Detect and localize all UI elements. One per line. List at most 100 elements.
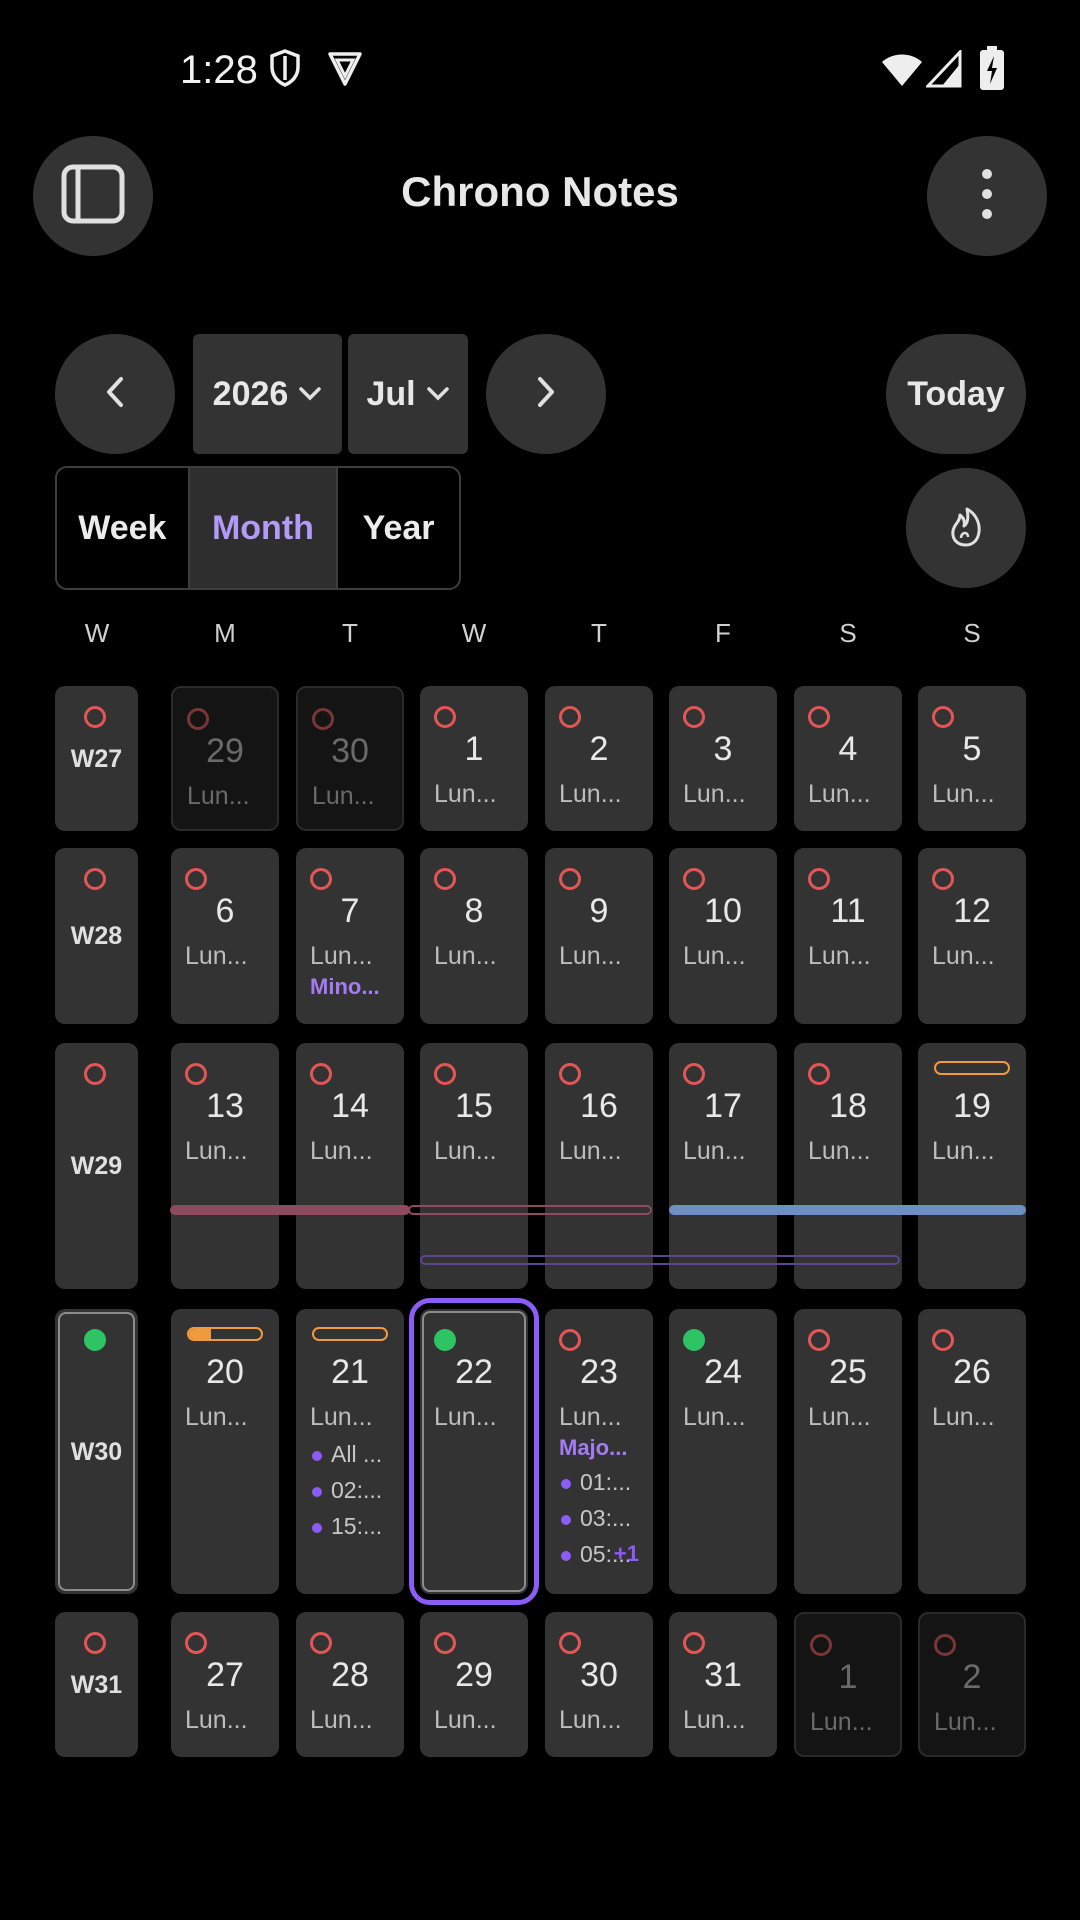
day-cell[interactable]: 24 Lun... [669,1309,777,1594]
view-year-button[interactable]: Year [338,468,459,588]
lunar-date: Lun... [312,782,375,810]
day-cell[interactable]: 25 Lun... [794,1309,902,1594]
day-cell[interactable]: 28 Lun... [296,1612,404,1757]
week-number-cell[interactable]: W30 [55,1309,138,1594]
day-cell[interactable]: 19 Lun... [918,1043,1026,1289]
week-incomplete-indicator [84,1063,106,1085]
day-cell[interactable]: 3 Lun... [669,686,777,831]
chevron-down-icon [426,387,449,401]
event-item[interactable]: 02:... [312,1477,400,1504]
day-number: 6 [215,892,235,930]
day-cell[interactable]: 7 Lun... Mino... [296,848,404,1024]
lunar-date: Lun... [683,1403,746,1431]
incomplete-indicator [932,706,954,728]
day-cell[interactable]: 8 Lun... [420,848,528,1024]
weekday-label: S [839,618,857,648]
day-cell[interactable]: 2 Lun... [545,686,653,831]
event-span-bar[interactable] [669,1205,1026,1215]
day-number: 28 [331,1656,369,1694]
lunar-date: Lun... [434,1137,497,1165]
lunar-date: Lun... [187,782,250,810]
event-span-bar[interactable] [408,1205,652,1215]
progress-pill [312,1327,388,1341]
year-dropdown[interactable]: 2026 [193,334,342,454]
day-cell[interactable]: 5 Lun... [918,686,1026,831]
day-number: 16 [580,1087,618,1125]
more-options-button[interactable] [927,136,1047,256]
incomplete-indicator [808,1329,830,1351]
day-cell[interactable]: 27 Lun... [171,1612,279,1757]
incomplete-indicator [683,868,705,890]
previous-month-button[interactable] [55,334,175,454]
day-cell[interactable]: 11 Lun... [794,848,902,1024]
lunar-date: Lun... [559,780,622,808]
day-cell[interactable]: 6 Lun... [171,848,279,1024]
day-cell[interactable]: 17 Lun... [669,1043,777,1289]
week-number-cell[interactable]: W28 [55,848,138,1024]
day-number: 25 [829,1353,867,1391]
day-cell[interactable]: 1 Lun... [794,1612,902,1757]
day-cell-selected[interactable]: 22 Lun... [409,1298,539,1605]
day-number: 2 [589,730,609,768]
weekday-label-week: W [84,618,110,648]
day-cell[interactable]: 16 Lun... [545,1043,653,1289]
event-span-bar[interactable] [170,1205,410,1215]
week-number-cell[interactable]: W27 [55,686,138,831]
day-cell[interactable]: 2 Lun... [918,1612,1026,1757]
day-cell[interactable]: 1 Lun... [420,686,528,831]
day-number: 30 [331,732,369,770]
more-events-count[interactable]: +1 [614,1541,639,1567]
day-cell[interactable]: 15 Lun... [420,1043,528,1289]
view-week-button[interactable]: Week [57,468,190,588]
day-cell[interactable]: 26 Lun... [918,1309,1026,1594]
day-cell[interactable]: 20 Lun... [171,1309,279,1594]
event-item[interactable]: 15:... [312,1513,400,1540]
day-cell[interactable]: 18 Lun... [794,1043,902,1289]
day-cell[interactable]: 31 Lun... [669,1612,777,1757]
week-complete-indicator [84,1329,106,1351]
day-cell[interactable]: 4 Lun... [794,686,902,831]
day-number: 12 [953,892,991,930]
month-dropdown[interactable]: Jul [348,334,468,454]
day-cell[interactable]: 30 Lun... [545,1612,653,1757]
day-number: 18 [829,1087,867,1125]
day-number: 11 [830,892,866,930]
day-number: 7 [340,892,360,930]
day-cell[interactable]: 29 Lun... [171,686,279,831]
lunar-date: Lun... [185,1706,248,1734]
day-cell[interactable]: 29 Lun... [420,1612,528,1757]
day-cell[interactable]: 21 Lun... All ... 02:... 15:... [296,1309,404,1594]
lunar-date: Lun... [434,942,497,970]
event-item[interactable]: All ... [312,1441,400,1468]
more-vertical-icon [981,168,993,225]
lunar-date: Lun... [683,942,746,970]
next-month-button[interactable] [486,334,606,454]
lunar-date: Lun... [559,1706,622,1734]
chevron-left-icon [105,376,125,413]
day-cell[interactable]: 23 Lun... Majo... 01:... 03:... 05:... +1 [545,1309,653,1594]
day-cell[interactable]: 9 Lun... [545,848,653,1024]
week-incomplete-indicator [84,706,106,728]
lunar-date: Lun... [932,1137,995,1165]
event-span-bar[interactable] [420,1255,900,1265]
app-title: Chrono Notes [401,168,679,215]
day-cell[interactable]: 30 Lun... [296,686,404,831]
view-month-button[interactable]: Month [189,468,339,588]
lunar-date: Lun... [310,1706,373,1734]
holiday-tag: Majo... [559,1435,628,1460]
chevron-right-icon [536,376,556,413]
event-item[interactable]: 03:... [561,1505,649,1532]
day-number: 13 [206,1087,244,1125]
streak-button[interactable] [906,468,1026,588]
week-number-cell[interactable]: W31 [55,1612,138,1757]
progress-pill [934,1061,1010,1075]
week-number-cell[interactable]: W29 [55,1043,138,1289]
event-item[interactable]: 01:... [561,1469,649,1496]
day-cell[interactable]: 14 Lun... [296,1043,404,1289]
day-number: 15 [455,1087,493,1125]
day-cell[interactable]: 12 Lun... [918,848,1026,1024]
lunar-date: Lun... [434,1706,497,1734]
day-cell[interactable]: 13 Lun... [171,1043,279,1289]
day-cell[interactable]: 10 Lun... [669,848,777,1024]
today-button[interactable]: Today [886,334,1026,454]
